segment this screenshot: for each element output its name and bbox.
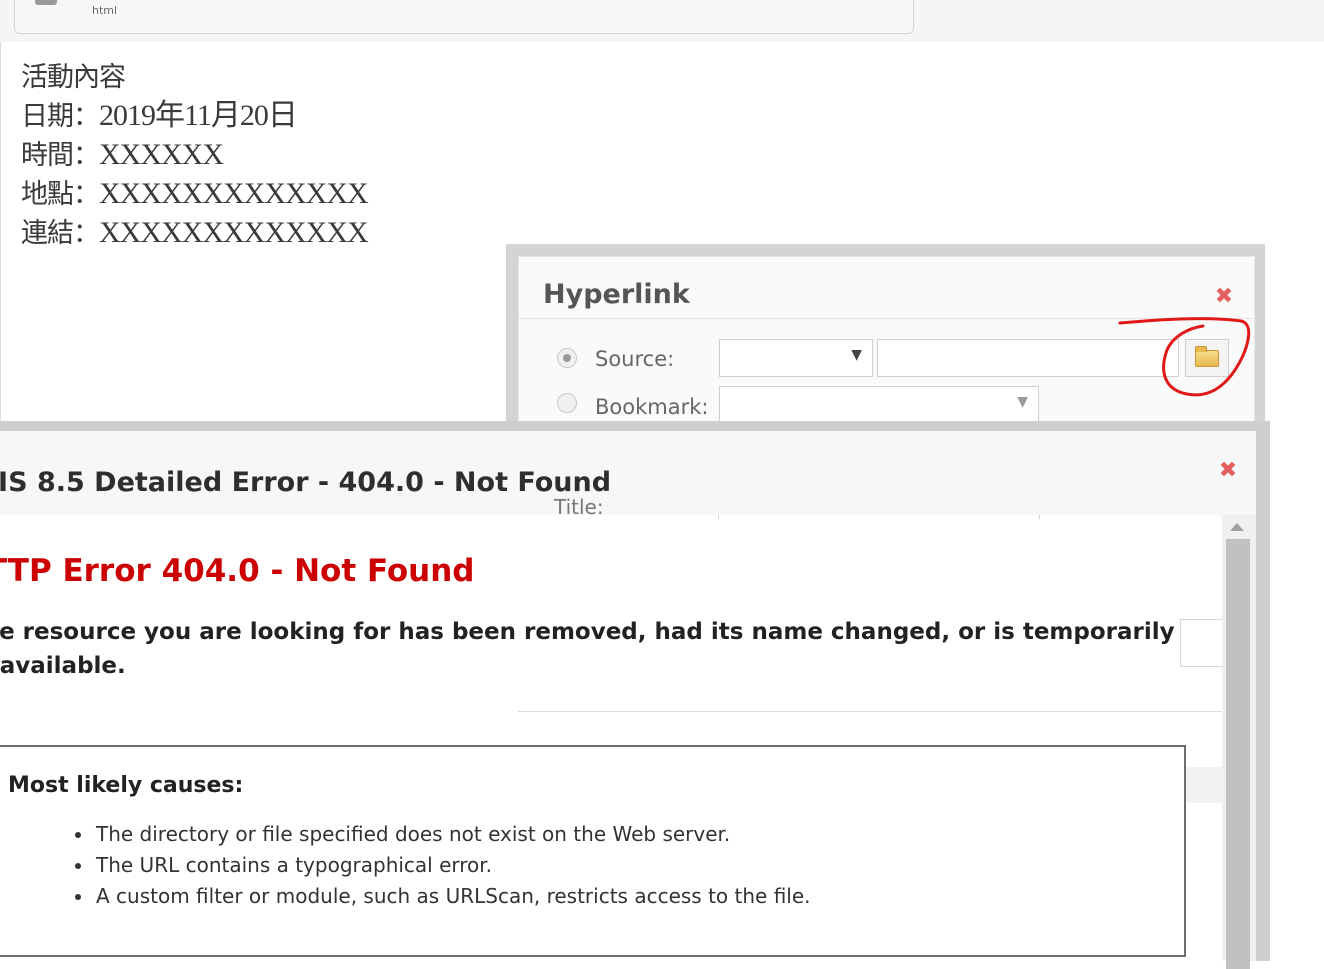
content-line-heading: 活動內容 (21, 58, 368, 97)
close-icon[interactable]: ✖ (1212, 285, 1236, 309)
causes-heading: Most likely causes: (8, 773, 244, 798)
dropdown-arrow-icon: ▼ (851, 347, 862, 363)
error-heading: HTTP Error 404.0 - Not Found (0, 553, 475, 589)
causes-list: The directory or file specified does not… (62, 819, 811, 912)
annotation-circle (1118, 317, 1251, 397)
scroll-up-arrow-icon[interactable] (1230, 523, 1244, 531)
bookmark-label: Bookmark: (595, 395, 709, 419)
html-icon (35, 0, 57, 5)
divider (518, 711, 1222, 712)
title-input-edge (718, 515, 1040, 519)
line-value: 2019年11月20日 (99, 99, 298, 132)
error-description: The resource you are looking for has bee… (0, 619, 1175, 679)
list-item: The directory or file specified does not… (94, 819, 811, 850)
source-label: Source: (595, 347, 675, 371)
source-radio[interactable] (557, 348, 577, 368)
line-value: XXXXXX (99, 138, 224, 171)
vertical-scrollbar[interactable] (1222, 515, 1256, 969)
line-label: 活動內容 (21, 62, 126, 93)
protocol-select[interactable]: ▼ (719, 339, 873, 377)
hidden-band-edge (1186, 767, 1222, 803)
line-label: 時間： (21, 140, 100, 171)
html-source-tab[interactable]: html (14, 0, 914, 34)
line-label: 日期： (21, 101, 100, 132)
error-dialog-header: IIS 8.5 Detailed Error - 404.0 - Not Fou… (0, 431, 1256, 519)
close-icon[interactable]: ✖ (1216, 459, 1240, 483)
dialog-title: Hyperlink (543, 279, 690, 310)
editor-toolbar: html (0, 0, 1324, 43)
list-item: The URL contains a typographical error. (94, 850, 811, 881)
scrollbar-thumb[interactable] (1226, 539, 1250, 969)
bookmark-select[interactable]: ▼ (719, 386, 1039, 424)
tab-label: html (92, 4, 118, 17)
dropdown-arrow-icon: ▼ (1017, 394, 1028, 410)
error-page-frame: HTTP Error 404.0 - Not Found The resourc… (0, 515, 1222, 961)
line-label: 地點： (21, 179, 100, 210)
editor-content[interactable]: 活動內容 日期：2019年11月20日 時間：XXXXXX 地點：XXXXXXX… (21, 58, 369, 253)
error-dialog: IIS 8.5 Detailed Error - 404.0 - Not Fou… (0, 421, 1270, 969)
bookmark-radio[interactable] (557, 393, 577, 413)
line-value: XXXXXXXXXXXXX (99, 177, 369, 210)
content-line-link: 連結：XXXXXXXXXXXXX (21, 214, 369, 253)
line-value: XXXXXXXXXXXXX (99, 216, 369, 249)
content-line-date: 日期：2019年11月20日 (21, 97, 368, 136)
content-line-time: 時間：XXXXXX (21, 136, 368, 175)
causes-box: Most likely causes: The directory or fil… (0, 745, 1186, 957)
content-line-location: 地點：XXXXXXXXXXXXX (21, 175, 369, 214)
dialog-title: IIS 8.5 Detailed Error - 404.0 - Not Fou… (0, 467, 612, 498)
line-label: 連結： (21, 218, 100, 249)
list-item: A custom filter or module, such as URLSc… (94, 881, 811, 912)
